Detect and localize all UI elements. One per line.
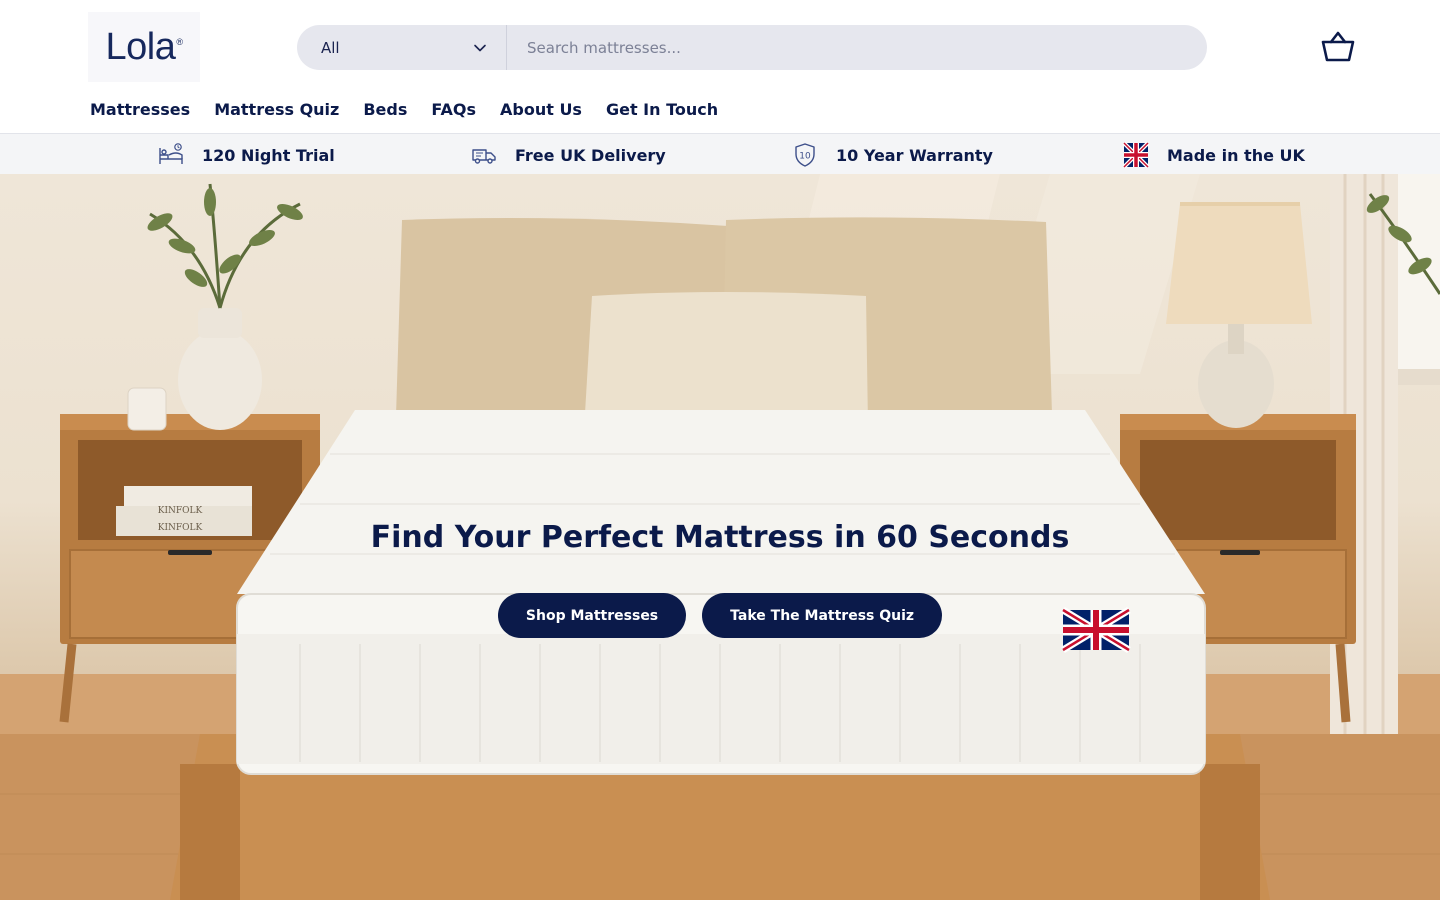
basket-icon[interactable] (1318, 28, 1358, 68)
site-header: Lola® All Mattresses Mattress Quiz Beds … (0, 0, 1440, 119)
usp-item-trial: 120 Night Trial (158, 142, 335, 168)
usp-label-trial: 120 Night Trial (202, 145, 335, 165)
hero-cta-group: Shop Mattresses Take The Mattress Quiz (0, 593, 1440, 638)
take-quiz-button[interactable]: Take The Mattress Quiz (702, 593, 943, 638)
book-spine-top: KINFOLK (158, 506, 203, 516)
nav-item-about-us[interactable]: About Us (500, 100, 582, 128)
hero-title: Find Your Perfect Mattress in 60 Seconds (370, 520, 1070, 555)
uk-flag-icon (1123, 142, 1149, 168)
main-nav: Mattresses Mattress Quiz Beds FAQs About… (90, 100, 742, 128)
hero-banner: KINFOLK KINFOLK Find Your Perfect Mattre… (0, 174, 1440, 900)
shop-mattresses-button[interactable]: Shop Mattresses (497, 593, 687, 638)
usp-item-warranty: 10 10 Year Warranty (792, 142, 993, 168)
nav-item-faqs[interactable]: FAQs (431, 100, 476, 128)
chevron-down-icon (474, 44, 486, 51)
usp-label-made-in-uk: Made in the UK (1167, 145, 1305, 165)
warranty-badge-text: 10 (799, 152, 811, 162)
usp-label-delivery: Free UK Delivery (515, 145, 666, 165)
sleeping-bed-icon (159, 143, 183, 164)
nav-item-mattresses[interactable]: Mattresses (90, 100, 190, 128)
brand-name: Lola (105, 25, 176, 68)
shield-10-icon: 10 (795, 143, 815, 167)
brand-logo[interactable]: Lola® (88, 12, 200, 82)
search-category-value: All (321, 38, 340, 57)
nav-item-get-in-touch[interactable]: Get In Touch (606, 100, 718, 128)
delivery-truck-icon (472, 149, 496, 164)
usp-strip: 120 Night Trial Free UK Delivery 10 10 Y… (0, 133, 1440, 174)
search-bar: All (297, 25, 1207, 70)
usp-label-warranty: 10 Year Warranty (836, 145, 993, 165)
nav-item-beds[interactable]: Beds (363, 100, 407, 128)
brand-registered-mark: ® (176, 36, 183, 47)
usp-item-made-in-uk: Made in the UK (1123, 142, 1305, 168)
search-input[interactable] (507, 25, 1207, 70)
nav-item-mattress-quiz[interactable]: Mattress Quiz (214, 100, 339, 128)
usp-item-delivery: Free UK Delivery (471, 142, 666, 168)
search-category-select[interactable]: All (297, 25, 507, 70)
